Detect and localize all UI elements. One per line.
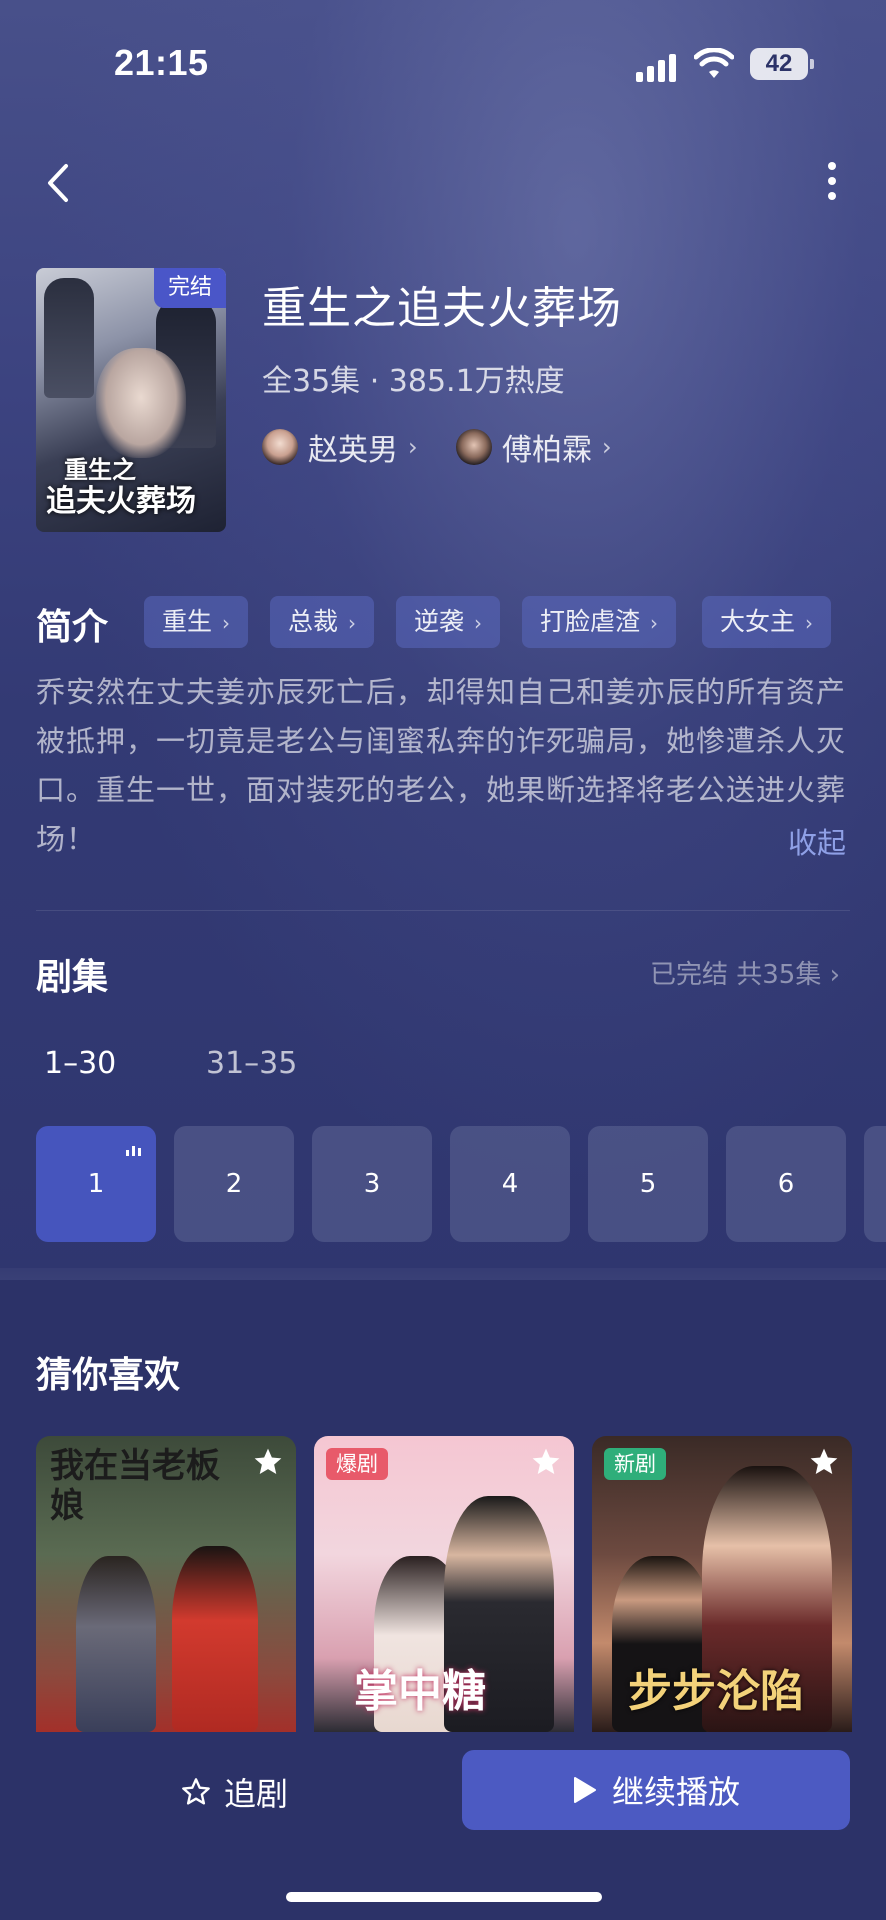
poster-title-line: 追夫火葬场 xyxy=(46,484,196,519)
follow-button[interactable]: 追剧 xyxy=(180,1772,289,1813)
collapse-link[interactable]: 收起 xyxy=(788,820,846,862)
drama-title: 重生之追夫火葬场 xyxy=(262,283,622,334)
chevron-right-icon: › xyxy=(474,611,483,635)
card-figure xyxy=(172,1546,258,1732)
star-outline-icon xyxy=(182,1778,210,1805)
actor-name: 赵英男 xyxy=(308,433,398,468)
chevron-right-icon: › xyxy=(805,611,814,635)
poster-title-line: 重生之 xyxy=(64,455,136,484)
play-icon xyxy=(573,1777,596,1803)
star-icon[interactable] xyxy=(808,1446,840,1478)
actor-name: 傅柏霖 xyxy=(502,433,592,468)
genre-tag[interactable]: 打脸虐渣 › xyxy=(522,596,677,648)
range-tab-31-35[interactable]: 31–35 xyxy=(206,1046,297,1081)
drama-poster[interactable]: 重生之 追夫火葬场 完结 xyxy=(36,268,226,532)
actor-link[interactable]: 傅柏霖 › xyxy=(456,426,612,468)
poster-face xyxy=(96,348,186,458)
recommend-card[interactable]: 我在当老板娘 xyxy=(36,1436,296,1732)
home-indicator[interactable] xyxy=(286,1892,602,1902)
back-icon[interactable] xyxy=(38,158,78,208)
episode-button[interactable]: 6 xyxy=(726,1126,846,1242)
range-tab-1-30[interactable]: 1–30 xyxy=(44,1046,116,1081)
avatar xyxy=(262,429,298,465)
playing-icon xyxy=(126,1146,142,1156)
divider xyxy=(36,910,850,911)
chevron-right-icon: › xyxy=(348,611,357,635)
status-badge: 完结 xyxy=(154,268,226,308)
card-title: 我在当老板娘 xyxy=(50,1446,220,1526)
more-icon[interactable] xyxy=(820,158,844,204)
card-figure xyxy=(76,1556,156,1732)
episode-button[interactable]: 2 xyxy=(174,1126,294,1242)
card-badge: 爆剧 xyxy=(326,1448,388,1480)
star-icon[interactable] xyxy=(252,1446,284,1478)
genre-tag[interactable]: 逆袭 › xyxy=(396,596,501,648)
card-title: 步步沦陷 xyxy=(628,1666,804,1717)
chevron-right-icon: › xyxy=(408,433,418,461)
episode-number: 1 xyxy=(87,1169,105,1199)
recommend-card[interactable]: 掌中糖 爆剧 xyxy=(314,1436,574,1732)
recommend-heading: 猜你喜欢 xyxy=(36,1355,181,1396)
battery-icon: 42 xyxy=(750,48,814,80)
chevron-right-icon: › xyxy=(829,960,841,990)
card-badge: 新剧 xyxy=(604,1448,666,1480)
episode-button[interactable]: 4 xyxy=(450,1126,570,1242)
chevron-right-icon: › xyxy=(222,611,231,635)
poster-title: 重生之 追夫火葬场 xyxy=(46,454,222,518)
tag-label: 重生 xyxy=(162,607,213,636)
episodes-status: 已完结 共35集 xyxy=(650,960,822,990)
intro-heading: 简介 xyxy=(36,607,109,648)
episode-button[interactable]: 5 xyxy=(588,1126,708,1242)
card-title: 掌中糖 xyxy=(354,1666,486,1717)
chevron-right-icon: › xyxy=(650,611,659,635)
follow-label: 追剧 xyxy=(224,1775,289,1813)
episode-button[interactable]: 3 xyxy=(312,1126,432,1242)
intro-description: 乔安然在丈夫姜亦辰死亡后，却得知自己和姜亦辰的所有资产被抵押，一切竟是老公与闺蜜… xyxy=(36,675,847,856)
episode-button[interactable]: 1 xyxy=(36,1126,156,1242)
episodes-heading: 剧集 xyxy=(36,957,109,998)
continue-play-button[interactable]: 继续播放 xyxy=(462,1750,850,1830)
wifi-icon xyxy=(694,48,734,78)
tag-label: 总裁 xyxy=(288,607,339,636)
tag-label: 逆袭 xyxy=(414,607,465,636)
episode-button-partial[interactable] xyxy=(864,1126,886,1242)
genre-tag[interactable]: 重生 › xyxy=(144,596,249,648)
poster-figure xyxy=(44,278,94,398)
status-time: 21:15 xyxy=(114,42,209,83)
star-icon[interactable] xyxy=(530,1446,562,1478)
chevron-right-icon: › xyxy=(602,433,612,461)
genre-tag[interactable]: 大女主 › xyxy=(702,596,832,648)
actor-link[interactable]: 赵英男 › xyxy=(262,426,418,468)
tag-label: 打脸虐渣 xyxy=(540,607,641,636)
play-label: 继续播放 xyxy=(611,1773,740,1811)
recommend-card[interactable]: 步步沦陷 新剧 xyxy=(592,1436,852,1732)
episodes-status-link[interactable]: 已完结 共35集 › xyxy=(650,954,840,991)
tag-label: 大女主 xyxy=(720,607,796,636)
drama-meta: 全35集 · 385.1万热度 xyxy=(262,364,565,399)
avatar xyxy=(456,429,492,465)
signal-icon xyxy=(636,52,680,82)
genre-tag[interactable]: 总裁 › xyxy=(270,596,375,648)
